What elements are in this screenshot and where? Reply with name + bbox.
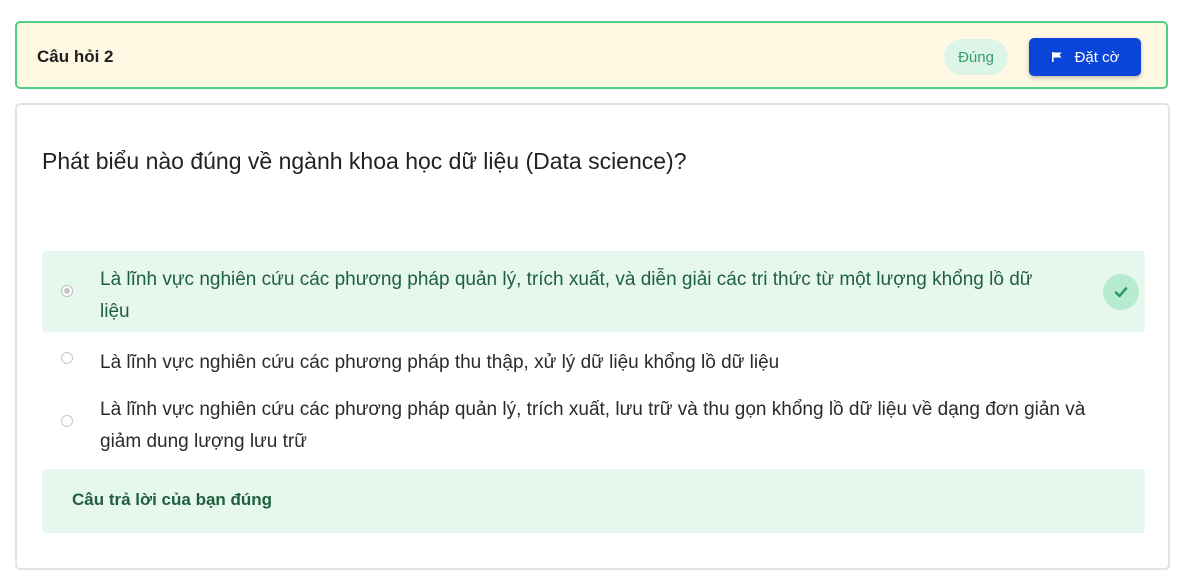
answer-option-1[interactable]: Là lĩnh vực nghiên cứu các phương pháp q… <box>42 251 1145 332</box>
feedback-text: Câu trả lời của bạn đúng <box>72 490 273 509</box>
flag-icon <box>1051 51 1063 63</box>
flag-button[interactable]: Đặt cờ <box>1029 38 1141 76</box>
check-icon <box>1103 274 1139 310</box>
answer-radio-1[interactable] <box>61 285 73 297</box>
answer-text-1: Là lĩnh vực nghiên cứu các phương pháp q… <box>100 264 1033 328</box>
answer-radio-2[interactable] <box>61 352 73 364</box>
answer-radio-3[interactable] <box>61 415 73 427</box>
answer-text-3: Là lĩnh vực nghiên cứu các phương pháp q… <box>100 394 1085 458</box>
flag-button-label: Đặt cờ <box>1074 48 1120 66</box>
question-text: Phát biểu nào đúng về ngành khoa học dữ … <box>42 148 687 174</box>
feedback-box: Câu trả lời của bạn đúng <box>42 469 1145 533</box>
answer-option-3[interactable]: Là lĩnh vực nghiên cứu các phương pháp q… <box>42 389 1145 461</box>
answer-text-1-line-2: liệu <box>100 301 130 322</box>
answer-option-2[interactable]: Là lĩnh vực nghiên cứu các phương pháp t… <box>42 342 1145 388</box>
answer-text-3-line-1: Là lĩnh vực nghiên cứu các phương pháp q… <box>100 399 1086 420</box>
answer-text-2: Là lĩnh vực nghiên cứu các phương pháp t… <box>100 352 780 373</box>
answer-text-1-line-1: Là lĩnh vực nghiên cứu các phương pháp q… <box>100 269 1033 290</box>
status-badge: Đúng <box>944 39 1008 75</box>
question-number: Câu hỏi 2 <box>37 47 114 66</box>
answer-text-3-line-2: giảm dung lượng lưu trữ <box>100 431 307 452</box>
question-card: Phát biểu nào đúng về ngành khoa học dữ … <box>15 103 1170 570</box>
question-header: Câu hỏi 2 Đúng Đặt cờ <box>15 21 1168 89</box>
